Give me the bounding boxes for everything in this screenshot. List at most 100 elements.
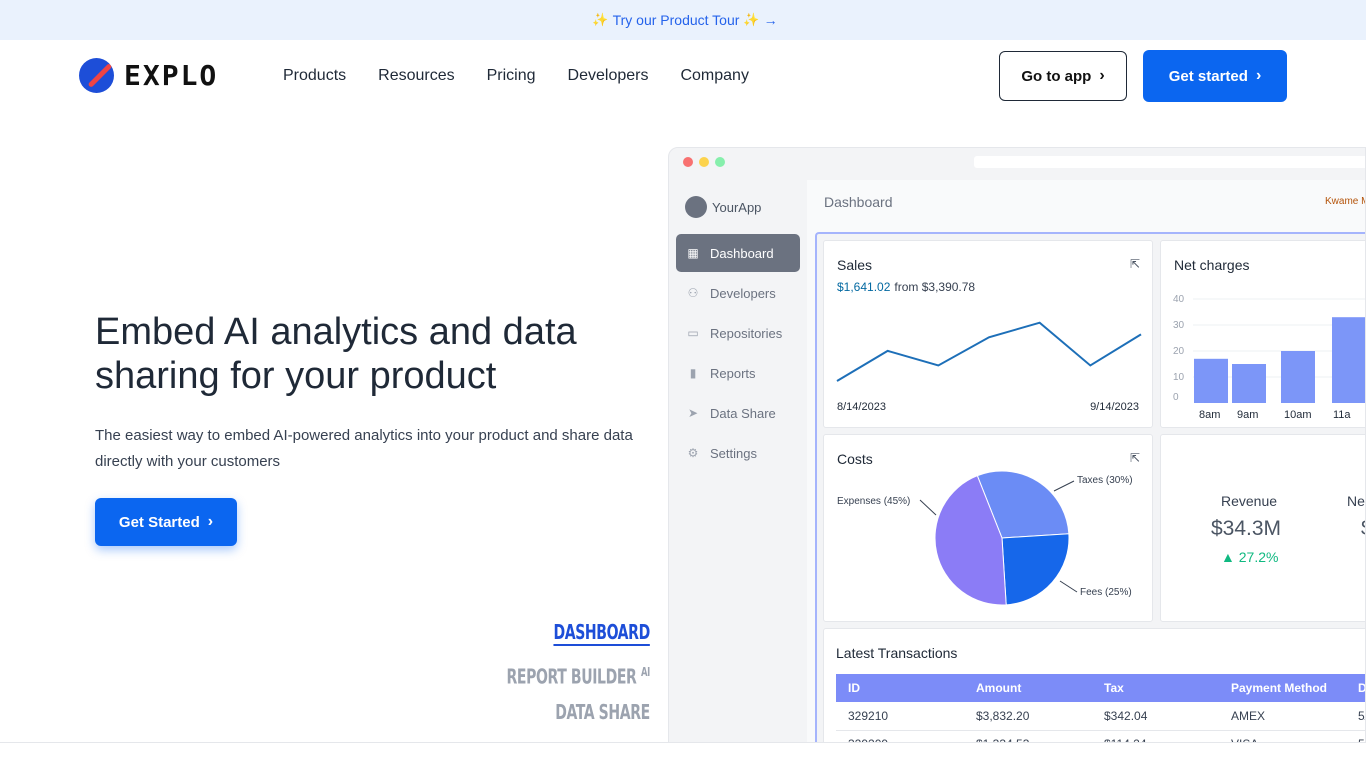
chevron-right-icon: ›	[1255, 67, 1262, 84]
sidebar-item-label: Dashboard	[710, 245, 774, 261]
send-icon: ➤	[687, 406, 699, 420]
sidebar-item-label: Reports	[710, 365, 756, 381]
net-charges-card[interactable]: Net charges 40 30 20 10 0 8am 9am 10am 1…	[1160, 240, 1365, 428]
app-logo-icon	[685, 196, 707, 218]
y-tick: 40	[1173, 294, 1185, 305]
arrow-right-icon: →	[763, 12, 778, 28]
go-to-app-label: Go to app	[1021, 67, 1092, 85]
sidebar-item-label: Settings	[710, 445, 757, 461]
leader-line	[919, 499, 937, 516]
tab-dashboard[interactable]: DASHBOARD	[507, 616, 651, 656]
grid-icon: ▦	[687, 246, 699, 260]
hero-title: Embed AI analytics and data sharing for …	[95, 311, 577, 397]
folder-icon: ▭	[687, 326, 699, 340]
sidebar-item-reports[interactable]: ▮ Reports	[676, 354, 800, 392]
user-name[interactable]: Kwame M	[1325, 196, 1365, 207]
nav-item-company[interactable]: Company	[680, 67, 748, 85]
table-cell: AMEX	[1219, 702, 1346, 731]
dashboard-preview: YourApp ▦ Dashboard ⚇ Developers ▭ Repos…	[668, 147, 1366, 743]
pie-label-fees: Fees (25%)	[1080, 587, 1132, 598]
page-title: Dashboard	[824, 194, 893, 210]
users-icon: ⚇	[687, 286, 699, 300]
bar	[1332, 317, 1365, 403]
nav-item-resources[interactable]: Resources	[378, 67, 454, 85]
kpi-delta: ▲ 27.2%	[1221, 549, 1279, 565]
sales-card[interactable]: Sales ⇱ $1,641.02 from $3,390.78 8/14/202…	[823, 240, 1153, 428]
preview-app-brand: YourApp	[685, 196, 761, 218]
get-started-label: Get started	[1168, 67, 1248, 85]
sidebar-item-label: Repositories	[710, 325, 783, 341]
column-header[interactable]: D	[1346, 674, 1365, 702]
kpi-label: Revenue	[1221, 493, 1278, 509]
pie-label-expenses: Expenses (45%)	[837, 496, 911, 507]
page-divider	[0, 742, 1366, 743]
ai-badge: AI	[641, 665, 650, 679]
app-name: YourApp	[712, 199, 762, 215]
brand-logo[interactable]: EXPLO	[79, 58, 218, 93]
gear-icon: ⚙	[687, 446, 699, 460]
table-header-row: ID Amount Tax Payment Method D	[836, 674, 1365, 702]
sidebar-item-dashboard[interactable]: ▦ Dashboard	[676, 234, 800, 272]
tab-report-builder[interactable]: REPORT BUILDER AI	[506, 656, 651, 696]
hero-cta-label: Get Started	[118, 513, 200, 531]
sidebar-item-data-share[interactable]: ➤ Data Share	[676, 394, 800, 432]
dashboard-grid: Sales ⇱ $1,641.02 from $3,390.78 8/14/202…	[815, 232, 1365, 742]
sidebar-item-developers[interactable]: ⚇ Developers	[676, 274, 800, 312]
sales-series-line	[836, 321, 1142, 382]
table-cell: 329210	[836, 702, 964, 731]
nav-item-products[interactable]: Products	[283, 67, 346, 85]
bar	[1232, 364, 1266, 403]
top-nav: EXPLO Products Resources Pricing Develop…	[0, 40, 1366, 114]
transactions-title: Latest Transactions	[836, 645, 958, 661]
tab-data-share-label: DATA SHARE	[555, 700, 650, 724]
column-header[interactable]: Payment Method	[1219, 674, 1346, 702]
product-tour-link[interactable]: Try our Product Tour	[613, 12, 740, 28]
get-started-button[interactable]: Get started ›	[1143, 50, 1287, 102]
y-tick: 20	[1173, 346, 1185, 357]
table-cell: $3,832.20	[964, 702, 1092, 731]
chevron-right-icon: ›	[207, 513, 214, 530]
nav-item-developers[interactable]: Developers	[568, 67, 649, 85]
bar	[1194, 358, 1228, 403]
sales-start-date: 8/14/2023	[837, 401, 886, 413]
column-header[interactable]: Amount	[964, 674, 1092, 702]
kpi-value: $34.3M	[1211, 517, 1282, 540]
table-cell: 5/	[1346, 702, 1365, 731]
tab-data-share[interactable]: DATA SHARE	[507, 696, 650, 736]
tab-report-builder-label: REPORT BUILDER	[506, 664, 637, 689]
pie-label-taxes: Taxes (30%)	[1077, 475, 1133, 486]
table-row[interactable]: 329210 $3,832.20 $342.04 AMEX 5/	[836, 702, 1365, 731]
sparkle-icon: ✨	[743, 12, 760, 27]
nav-item-pricing[interactable]: Pricing	[487, 67, 536, 85]
transactions-card[interactable]: Latest Transactions ID Amount Tax Paymen…	[823, 628, 1365, 742]
main-menu: Products Resources Pricing Developers Co…	[283, 67, 749, 85]
column-header[interactable]: ID	[836, 674, 964, 702]
pie-slice	[1001, 533, 1070, 606]
bar	[1281, 351, 1315, 403]
costs-card[interactable]: Costs ⇱ Expenses (45%) Taxes (30%) Fees …	[823, 434, 1153, 622]
product-tour-banner[interactable]: ✨ Try our Product Tour ✨ →	[0, 0, 1366, 40]
sidebar-item-label: Data Share	[710, 405, 776, 421]
revenue-kpi-card[interactable]: Revenue $34.3M ▲ 27.2% Ne $	[1160, 434, 1365, 622]
leader-line	[1059, 580, 1078, 593]
kpi-value-2: $	[1361, 517, 1365, 541]
hero-subtitle: The easiest way to embed AI-powered anal…	[95, 427, 633, 470]
column-header[interactable]: Tax	[1092, 674, 1219, 702]
table-cell: $342.04	[1092, 702, 1219, 731]
sidebar-item-repositories[interactable]: ▭ Repositories	[676, 314, 800, 352]
x-tick: 10am	[1284, 409, 1312, 421]
url-bar	[974, 156, 1365, 168]
sidebar-item-label: Developers	[710, 285, 776, 301]
hero-get-started-button[interactable]: Get Started ›	[95, 498, 237, 546]
tab-dashboard-label: DASHBOARD	[553, 620, 651, 644]
preview-sidebar: YourApp ▦ Dashboard ⚇ Developers ▭ Repos…	[669, 180, 807, 742]
sidebar-item-settings[interactable]: ⚙ Settings	[676, 434, 800, 472]
x-tick: 8am	[1199, 409, 1221, 421]
y-tick: 30	[1173, 320, 1185, 331]
transactions-table: ID Amount Tax Payment Method D 329210 $3…	[836, 674, 1365, 742]
x-tick: 9am	[1237, 409, 1259, 421]
go-to-app-button[interactable]: Go to app ›	[999, 51, 1127, 101]
maximize-dot-icon	[715, 157, 725, 167]
product-mode-tabs: DASHBOARD REPORT BUILDER AI DATA SHARE	[466, 616, 651, 736]
close-dot-icon	[683, 157, 693, 167]
